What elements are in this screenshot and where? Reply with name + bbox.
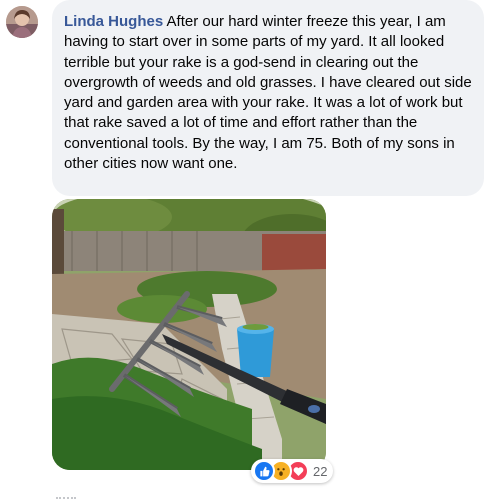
reaction-count: 22 [313,463,328,479]
divider [56,497,76,502]
comment-text: Linda Hughes After our hard winter freez… [64,12,474,174]
rake-garden-image [52,199,326,470]
author-name[interactable]: Linda Hughes [64,13,163,30]
comment-body: After our hard winter freeze this year, … [64,13,472,173]
like-icon [253,460,275,482]
comment-photo[interactable] [52,199,326,470]
avatar[interactable] [6,6,38,38]
comment-bubble: Linda Hughes After our hard winter freez… [52,0,484,196]
reactions-summary[interactable]: 22 [251,459,334,483]
